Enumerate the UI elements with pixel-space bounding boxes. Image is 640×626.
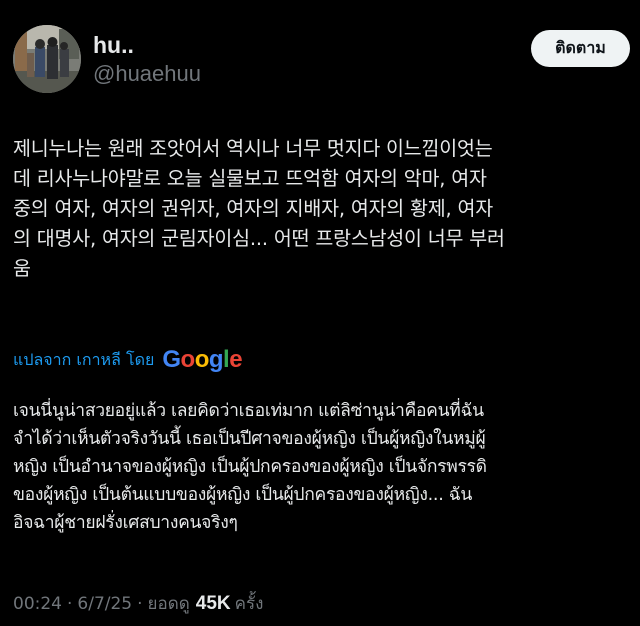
google-letter: G (162, 346, 181, 373)
views-label: ยอดดู (147, 594, 190, 614)
tweet-date[interactable]: 6/7/25 (77, 594, 132, 614)
display-name[interactable]: hu.. (93, 31, 201, 59)
follow-button[interactable]: ติดตาม (531, 30, 630, 67)
views-count[interactable]: 45K (196, 593, 231, 615)
tweet-text: 제니누나는 원래 조앗어서 역시나 너무 멋지다 이느낌이엇는 데 리사누나야말… (13, 137, 505, 280)
avatar-photo (13, 25, 81, 93)
tweet-meta: 00:24 · 6/7/25 · ยอดดู 45K ครั้ง (13, 590, 263, 620)
google-letter: g (208, 346, 224, 373)
views-suffix: ครั้ง (234, 594, 264, 614)
tweet-header: hu.. @huaehuu ติดตาม (13, 25, 630, 95)
translated-text: เจนนี่นูน่าสวยอยู่แล้ว เลยคิดว่าเธอเท่มา… (13, 401, 487, 533)
google-logo: Google (162, 346, 242, 374)
translation-attribution[interactable]: แปลจาก เกาหลี โดย Google (13, 343, 243, 377)
meta-separator: · (67, 594, 73, 614)
avatar[interactable] (13, 25, 81, 93)
tweet-time[interactable]: 00:24 (13, 594, 62, 614)
google-letter: o (194, 346, 210, 373)
google-letter: o (180, 346, 196, 373)
author-names: hu.. @huaehuu (93, 31, 201, 89)
google-letter: e (229, 346, 243, 373)
translated-from-label[interactable]: แปลจาก เกาหลี โดย (13, 348, 154, 373)
meta-separator: · (137, 594, 143, 614)
user-handle[interactable]: @huaehuu (93, 59, 201, 89)
